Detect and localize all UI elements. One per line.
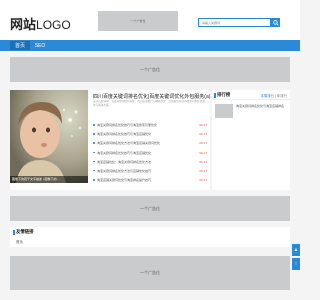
bullet-icon (93, 124, 95, 126)
friend-links-title: 友情链接 (16, 229, 34, 234)
bullet-icon (93, 160, 95, 163)
news-title: 淘宝关键词排名优化技巧与淘宝搜索引擎优化 (97, 123, 158, 127)
list-item[interactable]: 淘宝关键词排名优化技巧与淘宝搜索引擎优化 06-17 (93, 123, 208, 132)
bullet-icon (93, 169, 95, 172)
back-to-top-button[interactable]: ↑ (292, 258, 300, 270)
list-item[interactable]: 淘宝关键词排名优化技巧与淘宝店铺优化 06-17 (93, 151, 208, 160)
news-date: 06-17 (199, 132, 207, 137)
hero-caption: 图像下的若干文字描述 | 图像下的... (10, 176, 88, 183)
sidebar-title: 排行榜 (217, 92, 231, 97)
site-logo[interactable]: 网站LOGO (10, 14, 71, 33)
news-title: 淘宝关键词排名优化技巧与淘宝店铺优化 (97, 132, 152, 137)
ad-banner-bottom[interactable]: 一个广告位 (10, 256, 290, 290)
list-item[interactable]: 淘宝店铺优化：淘宝关键词排名优化方法 06-17 (93, 160, 208, 169)
bullet-icon (93, 142, 95, 144)
section-accent-bar (214, 93, 216, 98)
news-date: 06-17 (199, 123, 207, 127)
news-date: 06-17 (199, 168, 207, 173)
news-date: 06-17 (199, 178, 207, 183)
tab-yearly[interactable]: 年排行 (277, 94, 287, 98)
friend-link-item[interactable]: 首页 (16, 239, 23, 244)
list-item[interactable]: 淘宝关键词排名优化技巧与淘宝店铺优化 06-17 (93, 132, 208, 141)
logo-sub-text: LOGO (36, 18, 71, 32)
sidebar-item-title[interactable]: 淘宝关键词排名优化与淘宝店铺排名 (236, 104, 288, 108)
search-button[interactable] (271, 18, 280, 27)
hero-image[interactable]: 图像下的若干文字描述 | 图像下的... (10, 90, 88, 183)
news-title: 淘宝店铺优化：淘宝关键词排名优化方法 (97, 159, 152, 164)
nav-item-home[interactable]: 首页 (10, 41, 30, 50)
news-date: 06-17 (199, 159, 207, 164)
ad-banner-mid[interactable]: 一个广告位 (10, 196, 290, 221)
back-to-top-icon: ↑ (294, 261, 298, 267)
tab-weekly[interactable]: 本周排行 (261, 94, 275, 98)
child-blowing-dandelion-image (10, 90, 88, 183)
news-title: 淘宝关键词排名优化方法与店铺优化技巧 (97, 168, 152, 173)
sidebar-tabs: 本周排行 | 年排行 (260, 94, 288, 98)
search-icon (272, 19, 279, 26)
header-ad-slot[interactable]: 一个广告位 (98, 11, 178, 31)
ranking-sidebar: 排行榜 本周排行 | 年排行 淘宝关键词排名优化与淘宝店铺排名 (212, 90, 290, 190)
news-date: 06-17 (199, 150, 207, 155)
logo-main-text: 网站 (10, 17, 37, 32)
search-input[interactable] (198, 18, 271, 27)
site-header: 网站LOGO 一个广告位 (0, 0, 300, 40)
arrow-up-icon: ▲ (293, 247, 299, 253)
news-date: 06-17 (199, 141, 207, 146)
news-title: 淘宝店铺关键词优化与淘宝排名提升技巧 (97, 178, 152, 183)
news-title: 淘宝关键词排名优化方法与淘宝店铺关键词优化 (97, 141, 161, 146)
news-title: 淘宝关键词排名优化技巧与淘宝店铺优化 (97, 150, 152, 155)
bullet-icon (93, 179, 95, 181)
bullet-icon (93, 151, 95, 154)
sidebar-thumbnail[interactable] (215, 104, 233, 118)
news-list: 淘宝关键词排名优化技巧与淘宝搜索引擎优化 06-17 淘宝关键词排名优化技巧与淘宝… (93, 123, 208, 187)
list-item[interactable]: 淘宝关键词排名优化方法与淘宝店铺关键词优化 06-17 (93, 141, 208, 150)
sidebar-header: 排行榜 本周排行 | 年排行 (212, 90, 290, 100)
feature-description: 关注百度SEO、百度关键词排名优化、四川百度推广与网站优化，为您提供专业的搜索引… (93, 100, 205, 107)
nav-item-seo[interactable]: SEO (32, 41, 48, 50)
float-up-button[interactable]: ▲ (292, 244, 300, 256)
list-item[interactable]: 淘宝关键词排名优化方法与店铺优化技巧 06-17 (93, 169, 208, 178)
list-item[interactable]: 淘宝店铺关键词优化与淘宝排名提升技巧 06-17 (93, 178, 208, 187)
ad-banner-top[interactable]: 一个广告位 (10, 57, 290, 82)
feature-title[interactable]: 四川百度关键词排名优化|百度关键词优化外包服务(a) (93, 93, 210, 100)
featured-section: 图像下的若干文字描述 | 图像下的... 四川百度关键词排名优化|百度关键词优化… (10, 90, 210, 190)
bullet-icon (93, 133, 95, 135)
main-nav: 首页 SEO (0, 40, 300, 51)
section-accent-bar (13, 230, 15, 235)
friend-links-section: 友情链接 首页 (10, 227, 290, 247)
